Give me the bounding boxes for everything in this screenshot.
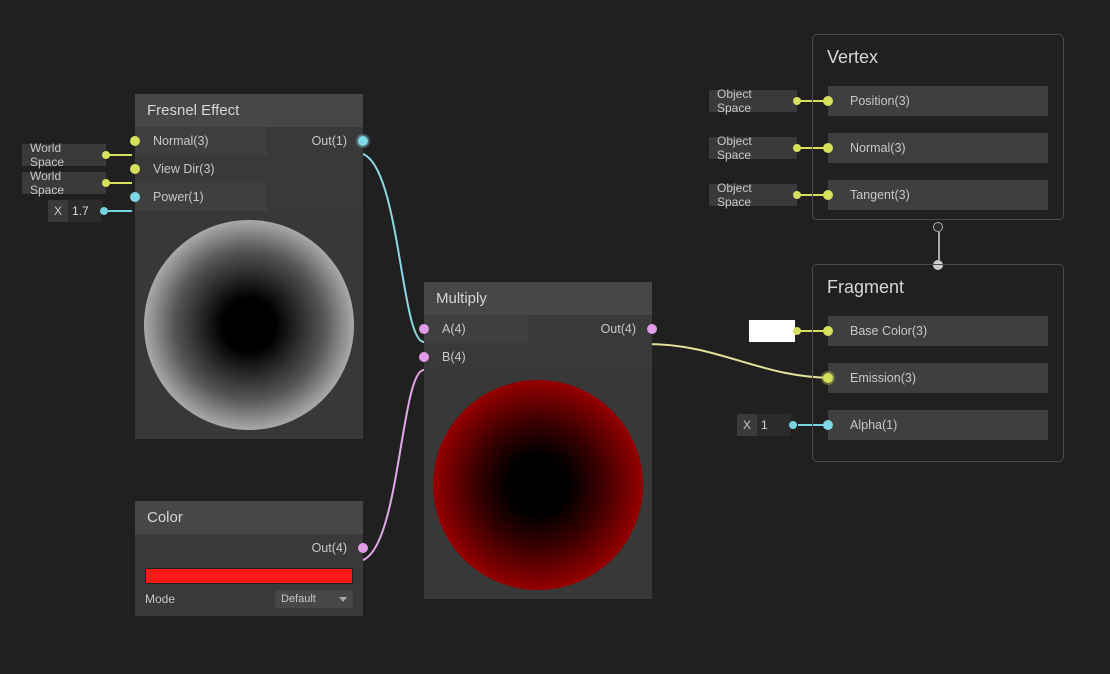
wire-fresnel-normal [108, 154, 132, 156]
color-out-label: Out(4) [302, 541, 363, 555]
fresnel-preview [135, 211, 363, 439]
node-multiply[interactable]: Multiply A(4) B(4) Out(4) [424, 282, 652, 599]
fresnel-viewdir-label: View Dir(3) [135, 162, 225, 176]
fresnel-normal-chip[interactable]: World Space [22, 144, 106, 166]
wire-fresnel-power [108, 210, 132, 212]
fresnel-power-chip[interactable]: X [48, 200, 102, 222]
fresnel-viewdir-chip[interactable]: World Space [22, 172, 106, 194]
multiply-preview [424, 371, 652, 599]
node-fresnel[interactable]: Fresnel Effect Normal(3) View Dir(3) Pow… [135, 94, 363, 439]
vertex-tangent-port[interactable] [823, 190, 833, 200]
chip-port [102, 179, 110, 187]
color-title: Color [135, 501, 363, 534]
fragment-alpha-chip[interactable]: X [737, 414, 791, 436]
fresnel-normal-label: Normal(3) [135, 134, 219, 148]
multiply-a-port[interactable] [419, 324, 429, 334]
fragment-basecolor-row[interactable]: Base Color(3) [828, 316, 1048, 346]
fragment-emission-port[interactable] [823, 373, 833, 383]
fragment-alpha-port[interactable] [823, 420, 833, 430]
multiply-b-port[interactable] [419, 352, 429, 362]
vertex-position-row[interactable]: Position(3) [828, 86, 1048, 116]
fragment-emission-row[interactable]: Emission(3) [828, 363, 1048, 393]
color-mode-label: Mode [145, 592, 267, 606]
multiply-b-label: B(4) [424, 350, 476, 364]
fresnel-power-input[interactable] [68, 200, 102, 222]
vertex-normal-label: Normal(3) [828, 141, 916, 155]
vertex-normal-row[interactable]: Normal(3) [828, 133, 1048, 163]
fragment-alpha-input[interactable] [757, 414, 791, 436]
fragment-basecolor-label: Base Color(3) [828, 324, 937, 338]
fragment-title: Fragment [813, 265, 1063, 308]
fresnel-normal-port[interactable] [130, 136, 140, 146]
fresnel-power-port[interactable] [130, 192, 140, 202]
vertex-tangent-label: Tangent(3) [828, 188, 920, 202]
fresnel-title: Fresnel Effect [135, 94, 363, 127]
fragment-alpha-label: Alpha(1) [828, 418, 907, 432]
color-out-port[interactable] [358, 543, 368, 553]
color-swatch[interactable] [145, 568, 353, 584]
fragment-emission-label: Emission(3) [828, 371, 926, 385]
vertex-title: Vertex [813, 35, 1063, 78]
chip-port [102, 151, 110, 159]
fragment-basecolor-port[interactable] [823, 326, 833, 336]
multiply-title: Multiply [424, 282, 652, 315]
vertex-tangent-chip[interactable]: Object Space [709, 184, 797, 206]
wire-fresnel-viewdir [108, 182, 132, 184]
vertex-position-chip[interactable]: Object Space [709, 90, 797, 112]
multiply-out-label: Out(4) [591, 322, 652, 336]
fragment-alpha-row[interactable]: Alpha(1) [828, 410, 1048, 440]
multiply-a-label: A(4) [424, 322, 476, 336]
fresnel-viewdir-port[interactable] [130, 164, 140, 174]
vertex-tangent-row[interactable]: Tangent(3) [828, 180, 1048, 210]
vertex-normal-chip[interactable]: Object Space [709, 137, 797, 159]
color-mode-dropdown[interactable]: Default [275, 590, 353, 608]
vertex-position-label: Position(3) [828, 94, 920, 108]
multiply-out-port[interactable] [647, 324, 657, 334]
fragment-basecolor-chip[interactable] [749, 320, 795, 342]
fresnel-out-port[interactable] [358, 136, 368, 146]
vertex-position-port[interactable] [823, 96, 833, 106]
node-color[interactable]: Color Out(4) Mode Default [135, 501, 363, 616]
chip-port [100, 207, 108, 215]
vertex-fragment-connector [933, 222, 943, 270]
fresnel-out-label: Out(1) [302, 134, 363, 148]
fresnel-power-label: Power(1) [135, 190, 214, 204]
vertex-normal-port[interactable] [823, 143, 833, 153]
